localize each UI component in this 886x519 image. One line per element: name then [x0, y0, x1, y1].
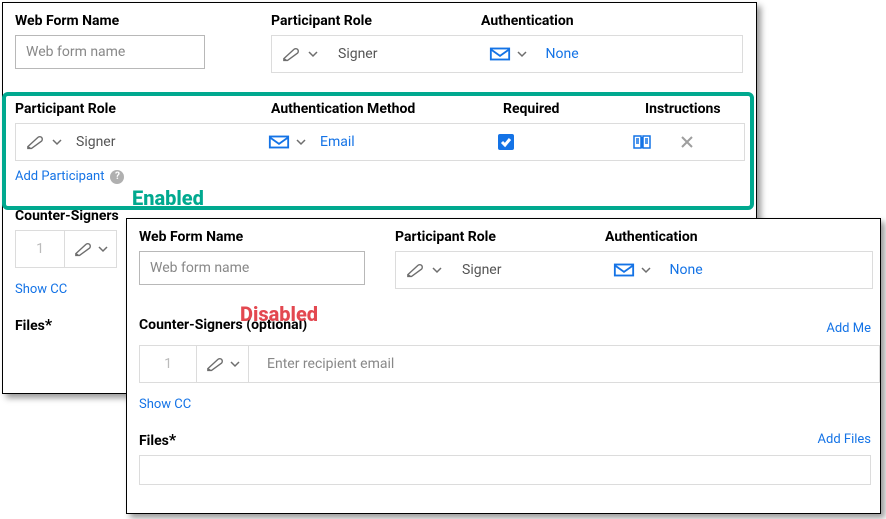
role-selector[interactable]: [396, 262, 452, 278]
auth-selector[interactable]: [613, 262, 651, 278]
role-selector[interactable]: [272, 46, 328, 62]
chevron-down-icon: [641, 265, 651, 275]
authentication-label: Authentication: [481, 13, 574, 29]
web-form-name-label: Web Form Name: [15, 13, 271, 29]
chevron-down-icon: [296, 137, 306, 147]
envelope-icon: [489, 46, 511, 62]
chevron-down-icon: [432, 265, 442, 275]
auth-value[interactable]: None: [527, 46, 578, 62]
envelope-icon: [268, 134, 290, 150]
web-form-name-label: Web Form Name: [139, 229, 395, 245]
col-instructions: Instructions: [645, 101, 721, 117]
chevron-down-icon: [98, 244, 108, 254]
chevron-down-icon: [517, 49, 527, 59]
auth-method-selector[interactable]: [268, 134, 306, 150]
chevron-down-icon: [52, 137, 62, 147]
counter-role-selector[interactable]: [197, 345, 249, 383]
participants-header-row: Participant Role Authentication Method R…: [15, 101, 744, 117]
participant-row: Signer None: [271, 35, 743, 73]
required-checkbox[interactable]: [498, 134, 514, 150]
show-cc-link[interactable]: Show CC: [139, 397, 880, 412]
role-selector[interactable]: [16, 134, 72, 150]
authentication-label: Authentication: [605, 229, 698, 245]
role-value: Signer: [328, 46, 377, 62]
pen-icon: [406, 262, 428, 278]
panel-disabled: Web Form Name Web form name Participant …: [126, 218, 881, 514]
auth-method-value: Email: [306, 134, 498, 150]
role-value: Signer: [72, 134, 268, 150]
disabled-tag: Disabled: [240, 302, 318, 326]
role-value: Signer: [452, 262, 501, 278]
instructions-icon[interactable]: [632, 134, 652, 150]
participant-detail-row: Signer Email: [15, 123, 745, 161]
files-label: Files: [15, 318, 45, 334]
files-asterisk: *: [169, 430, 176, 449]
web-form-name-input[interactable]: Web form name: [139, 251, 365, 285]
pen-icon: [74, 241, 96, 257]
chevron-down-icon: [308, 49, 318, 59]
col-role: Participant Role: [15, 101, 271, 117]
col-method: Authentication Method: [271, 101, 503, 117]
participant-role-label: Participant Role: [395, 229, 605, 245]
order-number: 1: [15, 230, 65, 268]
remove-icon[interactable]: [680, 135, 694, 149]
order-number: 1: [139, 345, 197, 383]
participant-role-label: Participant Role: [271, 13, 481, 29]
chevron-down-icon: [230, 359, 240, 369]
envelope-icon: [613, 262, 635, 278]
add-me-link[interactable]: Add Me: [826, 321, 871, 336]
counter-role-selector[interactable]: [65, 230, 117, 268]
pen-icon: [282, 46, 304, 62]
web-form-name-input[interactable]: Web form name: [15, 35, 205, 69]
col-required: Required: [503, 101, 645, 117]
add-participant-link[interactable]: Add Participant: [15, 169, 104, 184]
participant-row: Signer None: [395, 251, 873, 289]
files-asterisk: *: [45, 315, 52, 334]
auth-selector[interactable]: [489, 46, 527, 62]
pen-icon: [206, 356, 228, 372]
auth-value[interactable]: None: [651, 262, 702, 278]
help-icon[interactable]: ?: [110, 170, 124, 184]
pen-icon: [26, 134, 48, 150]
enabled-tag: Enabled: [132, 186, 204, 210]
recipient-email-input[interactable]: Enter recipient email: [249, 345, 880, 383]
files-label: Files: [139, 433, 169, 449]
files-dropzone[interactable]: [139, 455, 871, 485]
add-files-link[interactable]: Add Files: [818, 432, 871, 447]
